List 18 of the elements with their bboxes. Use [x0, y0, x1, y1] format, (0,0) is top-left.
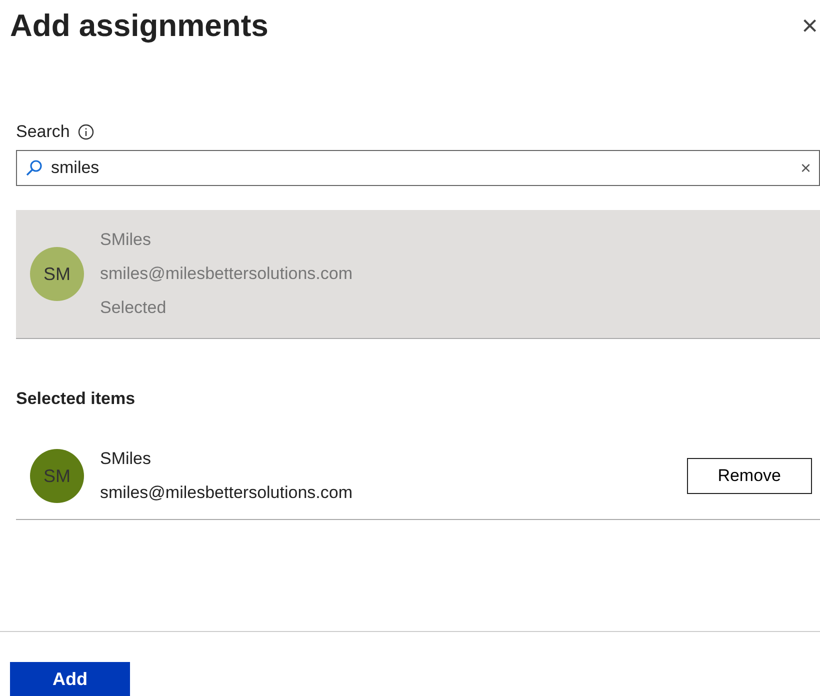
search-result[interactable]: SM SMiles smiles@milesbettersolutions.com Selected	[16, 210, 820, 339]
user-name: SMiles	[100, 449, 152, 469]
clear-button[interactable]: ×	[800, 158, 811, 178]
search-field[interactable]: smiles ×	[16, 150, 820, 186]
status-text: Selected	[100, 298, 168, 318]
remove-button[interactable]: Remove	[686, 458, 812, 494]
search-label: Search	[16, 122, 70, 142]
user-email: smiles@milesbettersolutions.com	[100, 264, 353, 284]
add-button[interactable]: Add	[10, 662, 130, 696]
info-icon	[78, 124, 94, 140]
section-heading: Selected items	[16, 389, 136, 409]
panel-title: Add assignments	[10, 8, 268, 44]
user-name: SMiles	[100, 230, 152, 250]
user-email: smiles@milesbettersolutions.com	[100, 483, 354, 503]
avatar-initials: SM	[30, 449, 84, 503]
close-button[interactable]: ×	[800, 10, 820, 42]
avatar-initials: SM	[30, 247, 84, 301]
search-icon	[25, 159, 43, 177]
